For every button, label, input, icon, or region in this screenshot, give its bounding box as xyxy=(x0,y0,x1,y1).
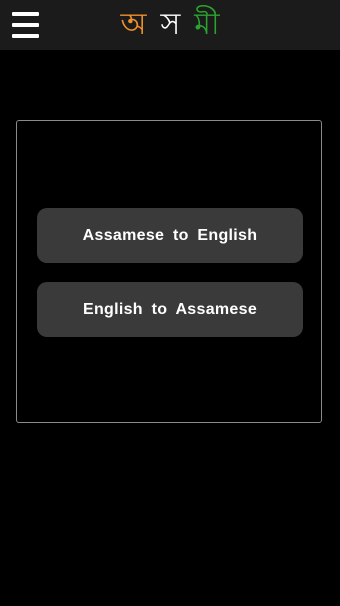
app-title: অ স মী xyxy=(0,0,340,50)
english-to-assamese-button[interactable]: English to Assamese xyxy=(37,282,303,337)
title-letter-1: অ xyxy=(120,7,147,42)
assamese-to-english-button[interactable]: Assamese to English xyxy=(37,208,303,263)
hamburger-menu-icon[interactable] xyxy=(12,12,39,38)
translation-options-panel: Assamese to English English to Assamese xyxy=(16,120,322,423)
menu-bar-top xyxy=(12,12,39,16)
title-letter-2: স xyxy=(160,7,181,42)
app-bar: অ স মী xyxy=(0,0,340,50)
menu-bar-bottom xyxy=(12,34,39,38)
menu-bar-middle xyxy=(12,23,39,27)
title-letter-3: মী xyxy=(194,7,220,42)
